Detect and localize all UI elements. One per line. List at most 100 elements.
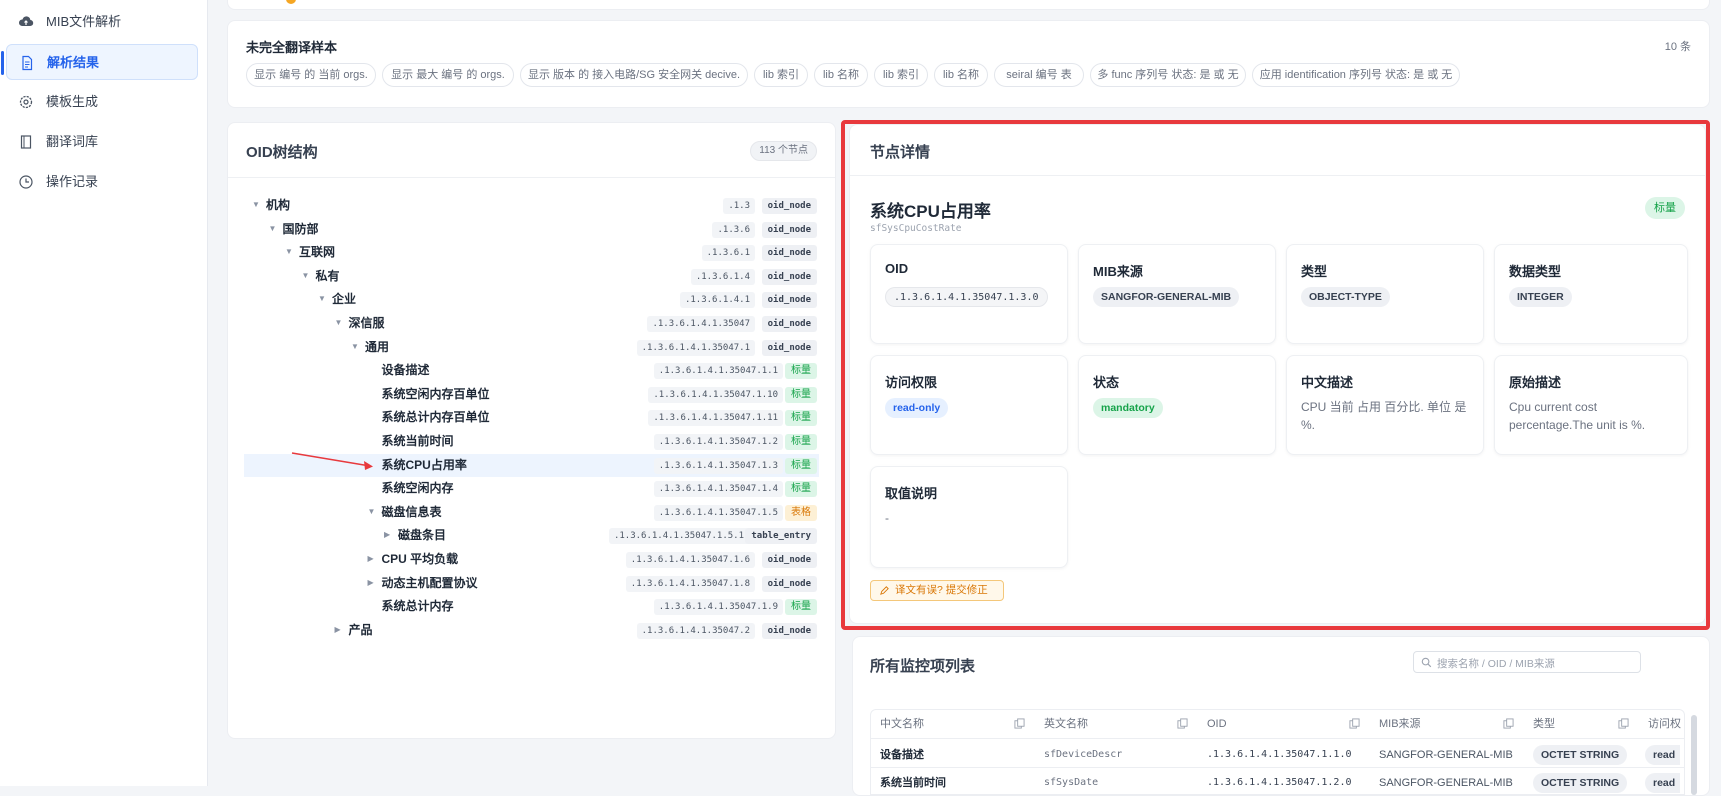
tree-node-label: 国防部 [282, 222, 319, 236]
caret-down-icon[interactable]: ▼ [252, 201, 260, 209]
field-card-orig-desc: 原始描述 Cpu current cost percentage.The uni… [1494, 355, 1688, 455]
search-icon [1421, 657, 1432, 668]
monitor-search-input[interactable]: 搜索名称 / OID / MIB来源 [1413, 651, 1641, 673]
caret-right-icon[interactable]: ▶ [368, 555, 376, 563]
tree-node-row[interactable]: 系统空闲内存 .1.3.6.1.4.1.35047.1.4 标量 [244, 477, 819, 500]
copy-icon[interactable] [1618, 718, 1629, 729]
field-label: 访问权限 [885, 375, 938, 390]
sidebar-item-template[interactable]: 模板生成 [6, 84, 198, 120]
tree-node-type-badge: 标量 [785, 363, 817, 379]
tree-node-row[interactable]: ▼ 磁盘信息表 .1.3.6.1.4.1.35047.1.5 表格 [244, 501, 819, 524]
column-header[interactable]: 类型 [1533, 717, 1555, 731]
sample-tag[interactable]: 应用 identification 序列号 状态: 是 或 无 [1252, 63, 1460, 87]
tree-node-type-badge: 标量 [785, 410, 817, 426]
top-summary-card [227, 0, 1710, 10]
tree-node-oid: .1.3.6.1.4.1.35047.1.10 [648, 387, 783, 403]
tree-node-row[interactable]: ▼ 深信服 .1.3.6.1.4.1.35047 oid_node [244, 312, 819, 335]
tree-node-row[interactable]: ▶ 产品 .1.3.6.1.4.1.35047.2 oid_node [244, 619, 819, 642]
submit-correction-button[interactable]: 译文有误? 提交修正 [870, 580, 1004, 601]
tree-node-row[interactable]: ▼ 互联网 .1.3.6.1 oid_node [244, 241, 819, 264]
tree-node-row[interactable]: 系统总计内存 .1.3.6.1.4.1.35047.1.9 标量 [244, 595, 819, 618]
column-header[interactable]: 英文名称 [1044, 717, 1088, 731]
tree-node-row[interactable]: ▶ 磁盘条目 .1.3.6.1.4.1.35047.1.5.1 table_entry [244, 524, 819, 547]
tree-node-row[interactable]: ▶ 动态主机配置协议 .1.3.6.1.4.1.35047.1.8 oid_node [244, 572, 819, 595]
copy-icon[interactable] [1177, 718, 1188, 729]
tree-node-oid: .1.3 [723, 198, 755, 214]
tree-node-row[interactable]: ▼ 机构 .1.3 oid_node [244, 194, 819, 217]
column-header[interactable]: MIB来源 [1379, 717, 1421, 731]
tree-node-row[interactable]: ▶ CPU 平均负载 .1.3.6.1.4.1.35047.1.6 oid_node [244, 548, 819, 571]
column-header[interactable]: OID [1207, 717, 1227, 731]
tree-node-oid: .1.3.6.1.4 [690, 269, 755, 285]
tree-node-type-badge: 表格 [785, 505, 817, 521]
sidebar-item-history[interactable]: 操作记录 [6, 164, 198, 200]
tree-node-type-badge: oid_node [761, 576, 817, 592]
sample-tag[interactable]: 多 func 序列号 状态: 是 或 无 [1090, 63, 1246, 87]
sidebar: MIB文件解析 解析结果 模板生成 翻译词库 操作记录 [0, 0, 208, 786]
table-scrollbar[interactable] [1691, 715, 1697, 795]
node-symbol: sfSysCpuCostRate [870, 223, 962, 234]
tree-node-row[interactable]: ▼ 通用 .1.3.6.1.4.1.35047.1 oid_node [244, 336, 819, 359]
row-access-chip: read [1645, 745, 1680, 765]
field-value-data-type: INTEGER [1509, 287, 1572, 307]
sample-tag[interactable]: lib 名称 [934, 63, 988, 87]
caret-down-icon[interactable]: ▼ [269, 225, 277, 233]
copy-icon[interactable] [1349, 718, 1360, 729]
tree-node-row[interactable]: ▼ 私有 .1.3.6.1.4 oid_node [244, 265, 819, 288]
field-card-oid: OID .1.3.6.1.4.1.35047.1.3.0 [870, 244, 1068, 344]
copy-icon[interactable] [1014, 718, 1025, 729]
tree-node-oid: .1.3.6.1.4.1.35047 [647, 316, 755, 332]
tree-node-row[interactable]: ▼ 国防部 .1.3.6 oid_node [244, 218, 819, 241]
tree-node-type-badge: 标量 [785, 387, 817, 403]
tree-node-label: 通用 [365, 340, 390, 354]
monitor-list-card: 所有监控项列表 搜索名称 / OID / MIB来源 [852, 636, 1710, 796]
tree-node-row[interactable]: ▼ 企业 .1.3.6.1.4.1 oid_node [244, 288, 819, 311]
copy-icon[interactable] [1503, 718, 1514, 729]
caret-down-icon[interactable]: ▼ [368, 508, 376, 516]
caret-down-icon[interactable]: ▼ [351, 343, 359, 351]
sample-tag[interactable]: 显示 最大 编号 的 orgs. [382, 63, 514, 87]
sample-tag[interactable]: 显示 编号 的 当前 orgs. [246, 63, 376, 87]
caret-down-icon[interactable]: ▼ [335, 319, 343, 327]
tree-node-row[interactable]: 设备描述 .1.3.6.1.4.1.35047.1.1 标量 [244, 359, 819, 382]
sidebar-item-dictionary[interactable]: 翻译词库 [6, 124, 198, 160]
tree-node-type-badge: table_entry [745, 528, 817, 544]
submit-correction-label: 译文有误? 提交修正 [895, 584, 988, 596]
sample-tag[interactable]: lib 名称 [814, 63, 868, 87]
caret-right-icon[interactable]: ▶ [368, 579, 376, 587]
sidebar-item-mib-parse[interactable]: MIB文件解析 [6, 4, 198, 40]
field-value-cn-desc: CPU 当前 占用 百分比. 单位 是 %. [1301, 400, 1467, 432]
tree-node-type-badge: 标量 [785, 434, 817, 450]
caret-down-icon[interactable]: ▼ [302, 272, 310, 280]
tree-node-label: 系统当前时间 [381, 434, 454, 448]
tree-node-row[interactable]: 系统空闲内存百单位 .1.3.6.1.4.1.35047.1.10 标量 [244, 383, 819, 406]
field-value-oid[interactable]: .1.3.6.1.4.1.35047.1.3.0 [885, 287, 1048, 307]
caret-down-icon[interactable]: ▼ [318, 295, 326, 303]
tree-node-oid: .1.3.6.1.4.1.35047.1.9 [653, 599, 783, 615]
caret-down-icon[interactable]: ▼ [285, 248, 293, 256]
column-header[interactable]: 中文名称 [880, 717, 924, 731]
caret-right-icon[interactable]: ▶ [384, 531, 392, 539]
sample-tag[interactable]: lib 索引 [874, 63, 928, 87]
sample-tag[interactable]: lib 索引 [754, 63, 808, 87]
tree-node-type-badge: 标量 [785, 481, 817, 497]
field-label: 数据类型 [1509, 264, 1562, 279]
table-row-divider [871, 767, 1684, 768]
row-oid: .1.3.6.1.4.1.35047.1.2.0 [1207, 777, 1352, 788]
tree-node-label: 互联网 [299, 245, 336, 259]
sidebar-item-label: 模板生成 [46, 94, 99, 109]
node-count-badge: 113 个节点 [750, 141, 817, 161]
column-header[interactable]: 访问权 [1648, 717, 1681, 731]
tree-node-label: CPU 平均负载 [381, 552, 459, 566]
tree-node-label: 磁盘信息表 [381, 505, 442, 519]
sidebar-item-parse-result[interactable]: 解析结果 [1, 44, 198, 80]
tree-node-row[interactable]: 系统总计内存百单位 .1.3.6.1.4.1.35047.1.11 标量 [244, 406, 819, 429]
sample-tag[interactable]: 显示 版本 的 接入电路/SG 安全网关 decive. [520, 63, 748, 87]
caret-right-icon[interactable]: ▶ [335, 626, 343, 634]
divider [228, 177, 835, 178]
orange-indicator-icon [286, 0, 296, 4]
field-value-orig-desc: Cpu current cost percentage.The unit is … [1509, 400, 1646, 432]
row-en-name: sfSysDate [1044, 777, 1099, 788]
sample-tag[interactable]: seiral 编号 表 [994, 63, 1084, 87]
sidebar-item-label: 操作记录 [46, 174, 99, 189]
